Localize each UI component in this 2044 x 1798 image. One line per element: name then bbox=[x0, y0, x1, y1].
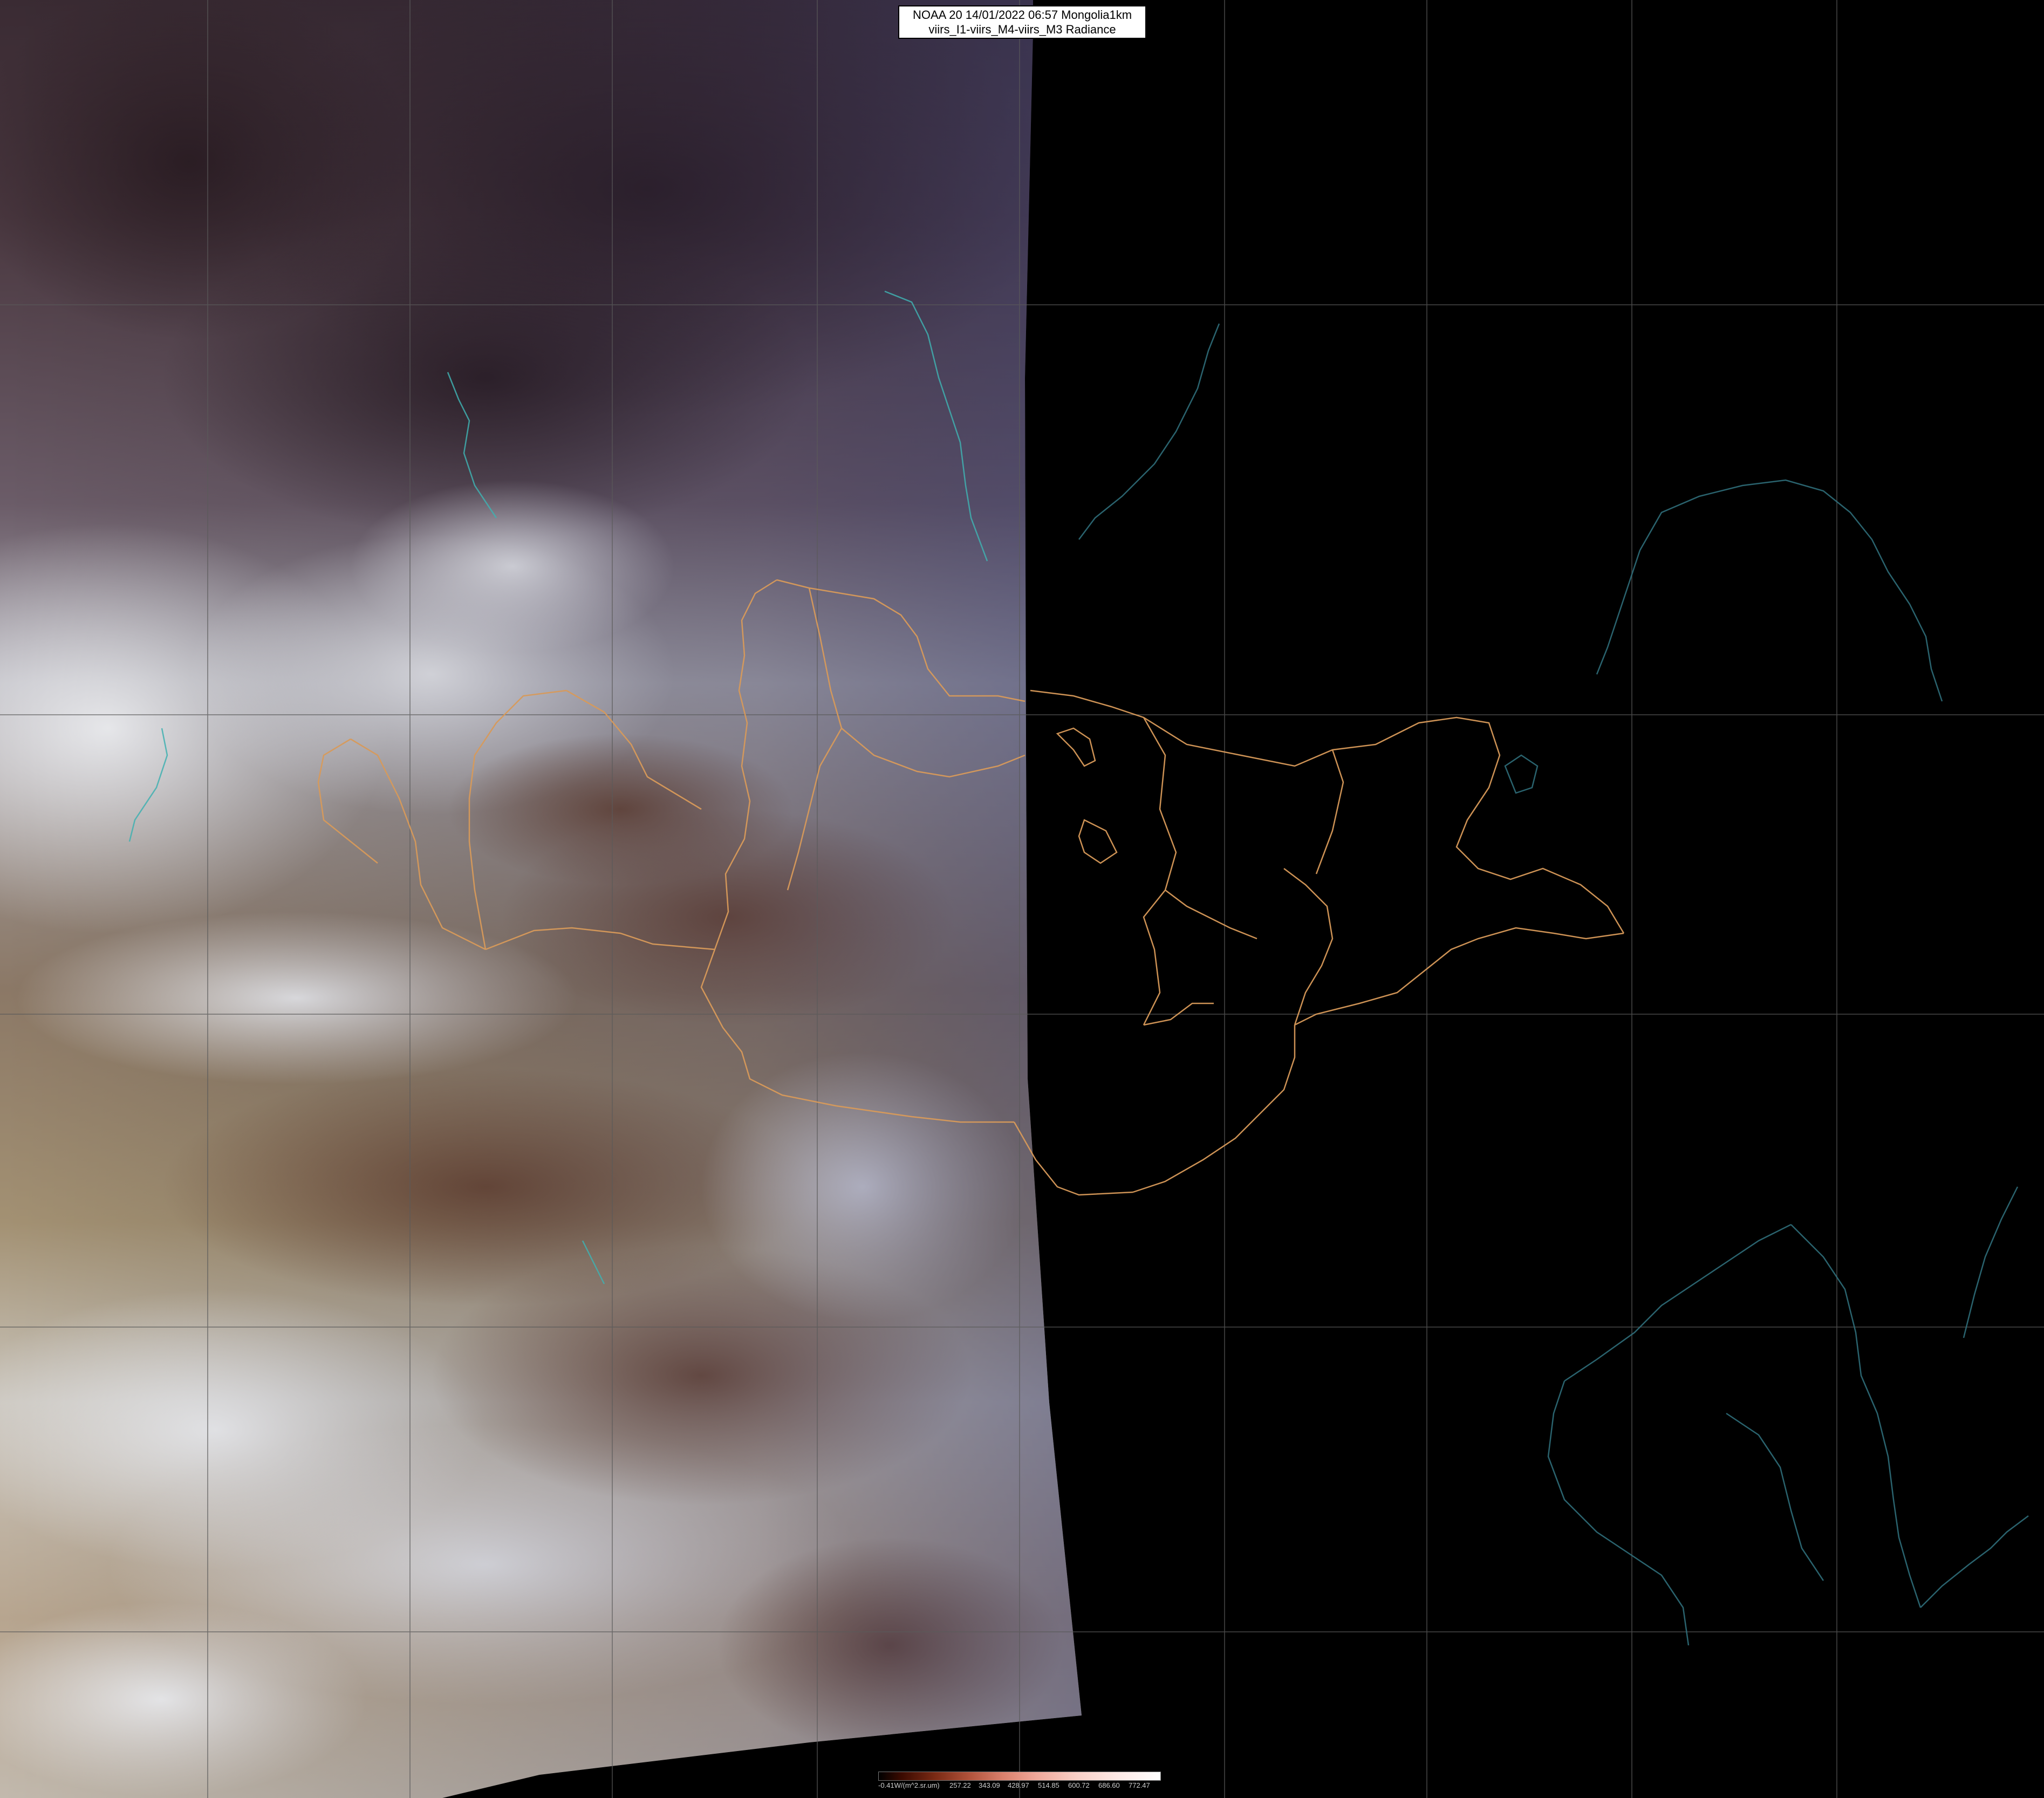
radiance-legend: -0.41W/(m^2.sr.um) 257.22 343.09 428.97 … bbox=[878, 1772, 1161, 1793]
legend-tick: 257.22 bbox=[949, 1781, 971, 1789]
legend-tick: 428.97 bbox=[1008, 1781, 1029, 1789]
satellite-map bbox=[0, 0, 2044, 1798]
legend-tick: 343.09 bbox=[979, 1781, 1000, 1789]
legend-tick-labels: -0.41W/(m^2.sr.um) 257.22 343.09 428.97 … bbox=[878, 1781, 1161, 1791]
legend-tick: 686.60 bbox=[1098, 1781, 1120, 1789]
legend-color-bar bbox=[878, 1772, 1161, 1781]
satellite-pass-title: NOAA 20 14/01/2022 06:57 Mongolia1km bbox=[912, 8, 1132, 22]
product-title: viirs_I1-viirs_M4-viirs_M3 Radiance bbox=[928, 23, 1116, 36]
sunlit-swath bbox=[0, 0, 1082, 1798]
legend-tick: 772.47 bbox=[1129, 1781, 1150, 1789]
legend-unit-label: -0.41W/(m^2.sr.um) bbox=[878, 1781, 940, 1789]
image-title-box: NOAA 20 14/01/2022 06:57 Mongolia1km vii… bbox=[898, 5, 1146, 39]
legend-tick: 600.72 bbox=[1068, 1781, 1090, 1789]
legend-tick: 514.85 bbox=[1038, 1781, 1059, 1789]
